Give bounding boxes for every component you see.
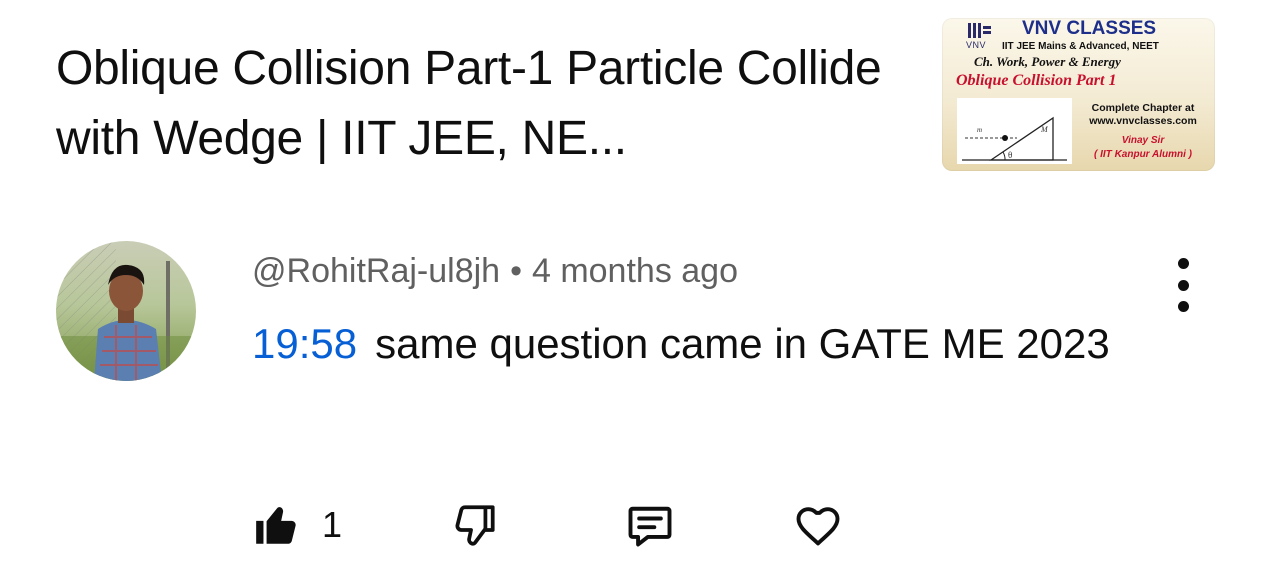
comment-reply-icon bbox=[628, 506, 672, 547]
vertical-ellipsis-icon bbox=[1177, 258, 1189, 269]
diagram-label-M: M bbox=[1040, 125, 1049, 134]
like-count: 1 bbox=[322, 504, 343, 545]
dislike-button[interactable] bbox=[450, 495, 500, 555]
video-thumbnail[interactable]: VNV VNV CLASSES IIT JEE Mains & Advanced… bbox=[942, 18, 1215, 171]
diagram-label-m: m bbox=[977, 126, 982, 134]
reply-button[interactable] bbox=[624, 495, 676, 555]
promo-line-1: Complete Chapter at bbox=[1091, 102, 1195, 114]
thumbs-up-filled-icon bbox=[256, 507, 296, 544]
particle-dot bbox=[1002, 135, 1008, 141]
like-button[interactable]: 1 bbox=[252, 495, 342, 555]
diagram-label-theta: θ bbox=[1008, 150, 1012, 160]
thumbnail-exams: IIT JEE Mains & Advanced, NEET bbox=[1002, 41, 1159, 52]
avatar[interactable] bbox=[56, 241, 196, 381]
thumbnail-chapter: Ch. Work, Power & Energy bbox=[974, 54, 1121, 69]
thumbnail-logo-text: VNV bbox=[966, 40, 987, 50]
thumbnail-author: Vinay Sir ( IIT Kanpur Alumni ) bbox=[1075, 134, 1211, 162]
heart-button[interactable] bbox=[792, 495, 844, 555]
vnv-logo-icon bbox=[968, 23, 991, 38]
author-note: ( IIT Kanpur Alumni ) bbox=[1094, 149, 1192, 160]
avatar-image bbox=[56, 241, 196, 381]
comment-page: Oblique Collision Part-1 Particle Collid… bbox=[0, 0, 1270, 588]
heart-outline-icon bbox=[796, 507, 840, 546]
comment-time[interactable]: 4 months ago bbox=[532, 252, 738, 290]
meta-separator: • bbox=[510, 252, 522, 290]
vertical-ellipsis-icon-dot bbox=[1177, 279, 1189, 291]
thumbs-down-outline-icon bbox=[455, 505, 495, 546]
comment-text: 19:58 same question came in GATE ME 2023 bbox=[252, 310, 1152, 378]
comment-body-text: same question came in GATE ME 2023 bbox=[375, 320, 1110, 367]
thumbnail-topic: Oblique Collision Part 1 bbox=[956, 72, 1117, 89]
video-title[interactable]: Oblique Collision Part-1 Particle Collid… bbox=[56, 34, 916, 174]
wedge-diagram: m M θ bbox=[957, 98, 1072, 164]
thumbnail-promo: Complete Chapter at www.vnvclasses.com bbox=[1075, 102, 1211, 128]
timestamp-link[interactable]: 19:58 bbox=[252, 320, 357, 367]
author-name: Vinay Sir bbox=[1121, 135, 1165, 146]
more-options-button[interactable] bbox=[1163, 258, 1203, 312]
thumbnail-brand: VNV CLASSES bbox=[1022, 18, 1157, 39]
vertical-ellipsis-icon-dot bbox=[1177, 301, 1189, 312]
promo-line-2: www.vnvclasses.com bbox=[1089, 115, 1197, 127]
author-handle[interactable]: @RohitRaj-ul8jh bbox=[252, 252, 500, 290]
comment-meta: @RohitRaj-ul8jh • 4 months ago bbox=[252, 246, 738, 296]
